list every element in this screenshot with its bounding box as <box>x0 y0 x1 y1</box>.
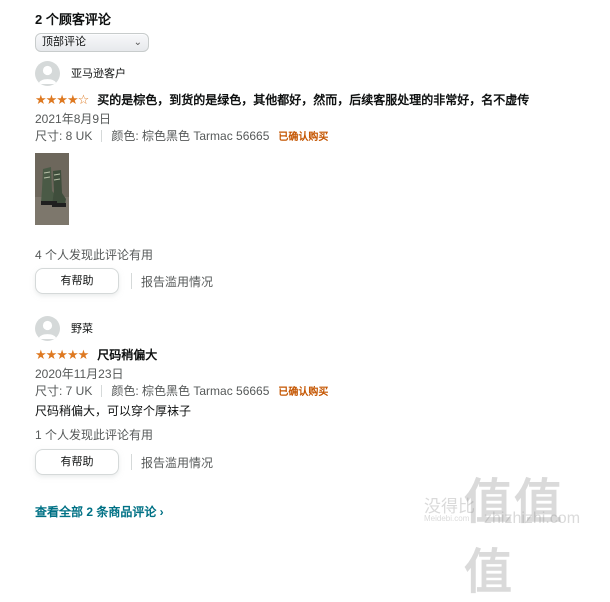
rating-row: ★★★★★ 尺码稍偏大 <box>35 346 157 363</box>
divider <box>131 454 132 470</box>
sort-dropdown[interactable]: 顶部评论 ⌄ <box>35 33 149 52</box>
see-all-reviews-link[interactable]: 查看全部 2 条商品评论 › <box>35 503 164 520</box>
helpful-count: 4 个人发现此评论有用 <box>35 248 154 262</box>
divider <box>101 129 103 142</box>
avatar <box>35 315 60 341</box>
chevron-down-icon: ⌄ <box>133 37 142 48</box>
report-abuse-link[interactable]: 报告滥用情况 <box>141 273 213 290</box>
review-body: 尺码稍偏大，可以穿个厚袜子 <box>35 404 192 418</box>
reviewer-profile[interactable]: 野菜 <box>35 315 93 341</box>
star-rating[interactable]: ★★★★☆ <box>35 92 89 108</box>
color-link[interactable]: 颜色: 棕色黑色 Tarmac 56665 <box>111 127 269 144</box>
size-link[interactable]: 尺寸: 8 UK <box>35 127 92 144</box>
user-silhouette-icon <box>38 65 57 84</box>
review-meta: 尺寸: 8 UK 颜色: 棕色黑色 Tarmac 56665 已确认购买 <box>35 127 328 144</box>
rating-row: ★★★★☆ 买的是棕色，到货的是绿色，其他都好，然而，后续客服处理的非常好，名不… <box>35 91 529 108</box>
avatar <box>35 60 60 86</box>
helpful-button[interactable]: 有帮助 <box>35 268 119 294</box>
helpful-button[interactable]: 有帮助 <box>35 449 119 475</box>
divider <box>101 384 103 397</box>
reviewer-name: 亚马逊客户 <box>71 68 126 80</box>
helpful-count: 1 个人发现此评论有用 <box>35 428 154 442</box>
divider <box>131 273 132 289</box>
reviewer-profile[interactable]: 亚马逊客户 <box>35 60 126 86</box>
boots-photo <box>35 153 69 225</box>
watermark-text: Meidebi.com <box>424 514 470 523</box>
watermark-text: 没得比 <box>424 497 475 516</box>
user-silhouette-icon <box>38 320 57 339</box>
sort-selected-label: 顶部评论 <box>42 36 86 48</box>
verified-purchase-badge: 已确认购买 <box>278 387 329 398</box>
review-title[interactable]: 买的是棕色，到货的是绿色，其他都好，然而，后续客服处理的非常好，名不虚传 <box>97 91 529 108</box>
size-link[interactable]: 尺寸: 7 UK <box>35 382 92 399</box>
review-card: 野菜 ★★★★★ 尺码稍偏大 2020年11月23日 尺寸: 7 UK 颜色: … <box>35 315 595 485</box>
verified-purchase-badge: 已确认购买 <box>278 132 329 143</box>
review-date: 2021年8月9日 <box>35 112 112 126</box>
reviewer-name: 野菜 <box>71 323 93 335</box>
review-meta: 尺寸: 7 UK 颜色: 棕色黑色 Tarmac 56665 已确认购买 <box>35 382 328 399</box>
review-title[interactable]: 尺码稍偏大 <box>97 346 157 363</box>
review-date: 2020年11月23日 <box>35 367 124 381</box>
report-abuse-link[interactable]: 报告滥用情况 <box>141 454 213 471</box>
watermark-site: zhizhizhi.com <box>484 510 581 527</box>
star-rating[interactable]: ★★★★★ <box>35 347 89 363</box>
review-card: 亚马逊客户 ★★★★☆ 买的是棕色，到货的是绿色，其他都好，然而，后续客服处理的… <box>35 60 595 300</box>
review-image[interactable] <box>35 153 69 225</box>
color-link[interactable]: 颜色: 棕色黑色 Tarmac 56665 <box>111 382 269 399</box>
reviews-heading: 2 个顾客评论 <box>35 12 111 27</box>
